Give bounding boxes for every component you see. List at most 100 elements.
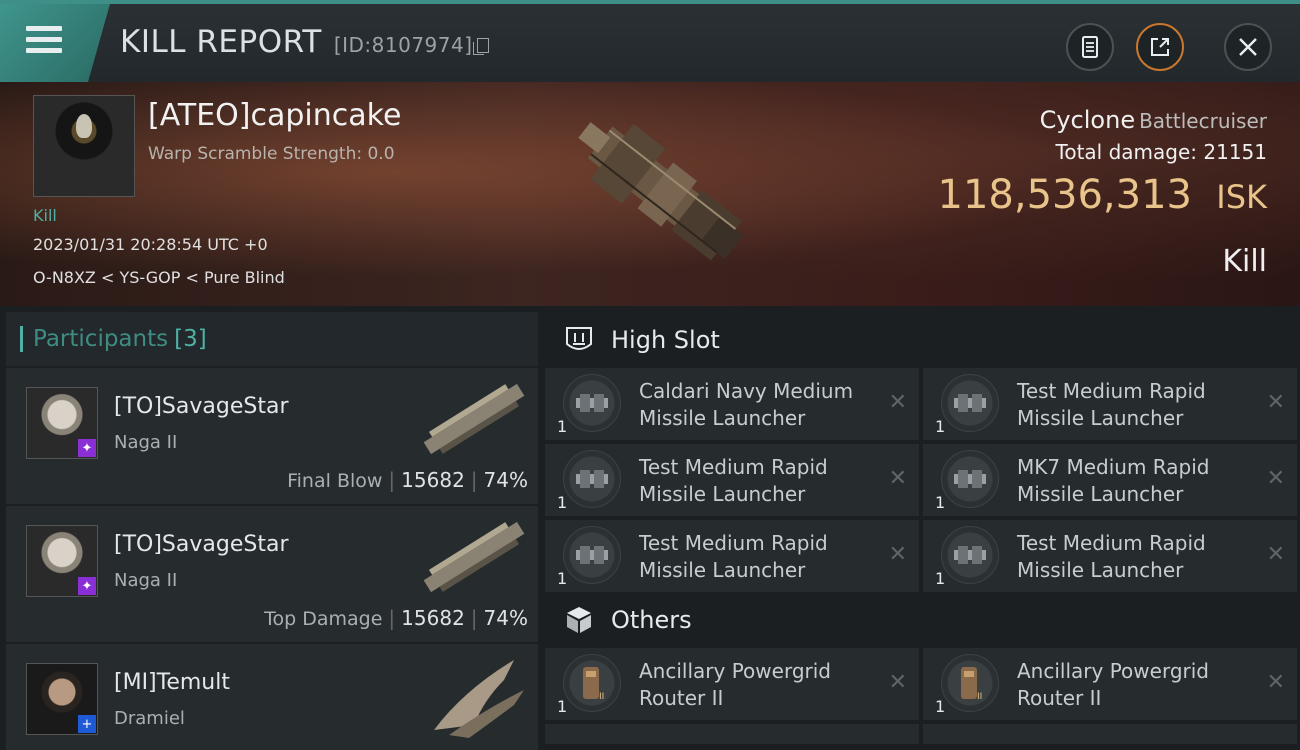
participant-ship: Dramiel <box>114 708 185 729</box>
title-text: KILL REPORT <box>120 24 322 60</box>
remove-x-icon[interactable]: ✕ <box>889 390 907 415</box>
missile-launcher-icon <box>941 374 999 432</box>
victim-avatar[interactable] <box>33 95 135 197</box>
header-accent-bar <box>20 326 23 352</box>
participant-row[interactable]: + [MI]Temult Dramiel <box>6 644 538 750</box>
participant-portrait: ✦ <box>26 387 98 459</box>
participant-ship-image <box>423 521 525 593</box>
ship-class: Battlecruiser <box>1139 109 1267 133</box>
participant-ship-image <box>423 383 525 455</box>
participant-percent: 74% <box>483 468 528 492</box>
module-name: Test Medium Rapid Missile Launcher <box>1017 379 1206 430</box>
victim-ship-image <box>578 122 744 261</box>
participant-ship: Naga II <box>114 432 178 453</box>
kill-datetime: 2023/01/31 20:28:54 UTC +0 <box>33 235 268 254</box>
participants-title: Participants <box>33 326 169 352</box>
victim-banner: [ATEO]capincake Warp Scramble Strength: … <box>0 82 1300 306</box>
others-header: Others <box>545 592 1297 648</box>
module-qty: 1 <box>557 417 568 436</box>
isk-value: 118,536,313 <box>937 172 1192 218</box>
participant-damage: 15682 <box>401 606 465 630</box>
high-slot-header: High Slot <box>545 312 1297 368</box>
kill-tag: Kill <box>33 206 57 225</box>
share-button[interactable] <box>1136 23 1184 71</box>
copy-icon[interactable] <box>472 38 489 55</box>
remove-x-icon[interactable]: ✕ <box>1267 466 1285 491</box>
participant-name: [TO]SavageStar <box>114 394 289 419</box>
participant-label: Final Blow <box>287 470 383 492</box>
module-slot[interactable] <box>923 724 1297 744</box>
page-title: KILL REPORT [ID:8107974] <box>120 24 489 60</box>
remove-x-icon[interactable]: ✕ <box>889 466 907 491</box>
clipboard-icon <box>1082 36 1098 58</box>
module-qty: 1 <box>557 569 568 588</box>
menu-icon[interactable] <box>26 26 62 58</box>
module-slot[interactable]: 1 Test Medium Rapid Missile Launcher ✕ <box>545 444 919 516</box>
isk-unit: ISK <box>1216 178 1267 216</box>
high-slot-icon <box>566 327 592 350</box>
separator: | <box>470 468 478 492</box>
clipboard-button[interactable] <box>1066 23 1114 71</box>
victim-ship[interactable]: Cyclone Battlecruiser <box>1040 106 1267 134</box>
svg-text:II: II <box>599 692 604 702</box>
participant-name: [MI]Temult <box>114 670 230 695</box>
module-qty: 1 <box>935 697 946 716</box>
module-qty: 1 <box>935 417 946 436</box>
faction-badge-icon: ✦ <box>78 577 96 595</box>
participant-row[interactable]: ✦ [TO]SavageStar Naga II Final Blow | 1568… <box>6 368 538 504</box>
module-qty: 1 <box>557 697 568 716</box>
missile-launcher-icon <box>563 526 621 584</box>
participant-ship: Naga II <box>114 570 178 591</box>
missile-launcher-icon <box>941 450 999 508</box>
participant-portrait: ✦ <box>26 525 98 597</box>
others-title: Others <box>611 606 692 634</box>
victim-name[interactable]: [ATEO]capincake <box>148 98 401 133</box>
cube-icon <box>567 607 591 633</box>
participant-portrait: + <box>26 663 98 735</box>
remove-x-icon[interactable]: ✕ <box>1267 542 1285 567</box>
missile-launcher-icon <box>941 526 999 584</box>
report-id: [ID:8107974] <box>333 33 473 57</box>
total-damage: Total damage: 21151 <box>1056 140 1267 164</box>
participant-name: [TO]SavageStar <box>114 532 289 557</box>
module-slot[interactable]: 1 Test Medium Rapid Missile Launcher ✕ <box>923 368 1297 440</box>
module-slot[interactable] <box>545 724 919 744</box>
close-button[interactable] <box>1224 23 1272 71</box>
faction-badge-icon: + <box>78 715 96 733</box>
participant-percent: 74% <box>483 606 528 630</box>
module-slot[interactable]: 1 MK7 Medium Rapid Missile Launcher ✕ <box>923 444 1297 516</box>
participant-stats: Final Blow | 15682 | 74% <box>287 468 528 492</box>
module-slot[interactable]: II 1 Ancillary Powergrid Router II ✕ <box>545 648 919 720</box>
others-grid: II 1 Ancillary Powergrid Router II ✕ II … <box>545 648 1297 744</box>
remove-x-icon[interactable]: ✕ <box>889 670 907 695</box>
module-qty: 1 <box>935 493 946 512</box>
module-slot[interactable]: II 1 Ancillary Powergrid Router II ✕ <box>923 648 1297 720</box>
close-icon <box>1239 38 1257 56</box>
module-name: Ancillary Powergrid Router II <box>1017 659 1209 710</box>
kill-location[interactable]: O-N8XZ < YS-GOP < Pure Blind <box>33 268 285 287</box>
module-slot[interactable]: 1 Caldari Navy Medium Missile Launcher ✕ <box>545 368 919 440</box>
module-name: Test Medium Rapid Missile Launcher <box>639 531 828 582</box>
total-damage-label: Total damage: <box>1055 140 1198 164</box>
module-name: Ancillary Powergrid Router II <box>639 659 831 710</box>
participant-label: Top Damage <box>264 608 383 630</box>
ship-name: Cyclone <box>1039 106 1136 134</box>
separator: | <box>388 468 396 492</box>
participant-ship-image <box>434 660 524 738</box>
module-name: Test Medium Rapid Missile Launcher <box>639 455 828 506</box>
module-qty: 1 <box>557 493 568 512</box>
remove-x-icon[interactable]: ✕ <box>1267 670 1285 695</box>
remove-x-icon[interactable]: ✕ <box>1267 390 1285 415</box>
module-slot[interactable]: 1 Test Medium Rapid Missile Launcher ✕ <box>923 520 1297 592</box>
kill-status: Kill <box>1222 244 1267 279</box>
fitting-panel: High Slot 1 Caldari Navy Medium Missile … <box>545 312 1297 750</box>
module-slot[interactable]: 1 Test Medium Rapid Missile Launcher ✕ <box>545 520 919 592</box>
total-damage-value: 21151 <box>1203 140 1267 164</box>
powergrid-router-icon: II <box>941 654 999 712</box>
module-name: Test Medium Rapid Missile Launcher <box>1017 531 1206 582</box>
high-slot-grid: 1 Caldari Navy Medium Missile Launcher ✕… <box>545 368 1297 592</box>
module-name: Caldari Navy Medium Missile Launcher <box>639 379 854 430</box>
high-slot-title: High Slot <box>611 326 720 354</box>
remove-x-icon[interactable]: ✕ <box>889 542 907 567</box>
participant-row[interactable]: ✦ [TO]SavageStar Naga II Top Damage | 1568… <box>6 506 538 642</box>
